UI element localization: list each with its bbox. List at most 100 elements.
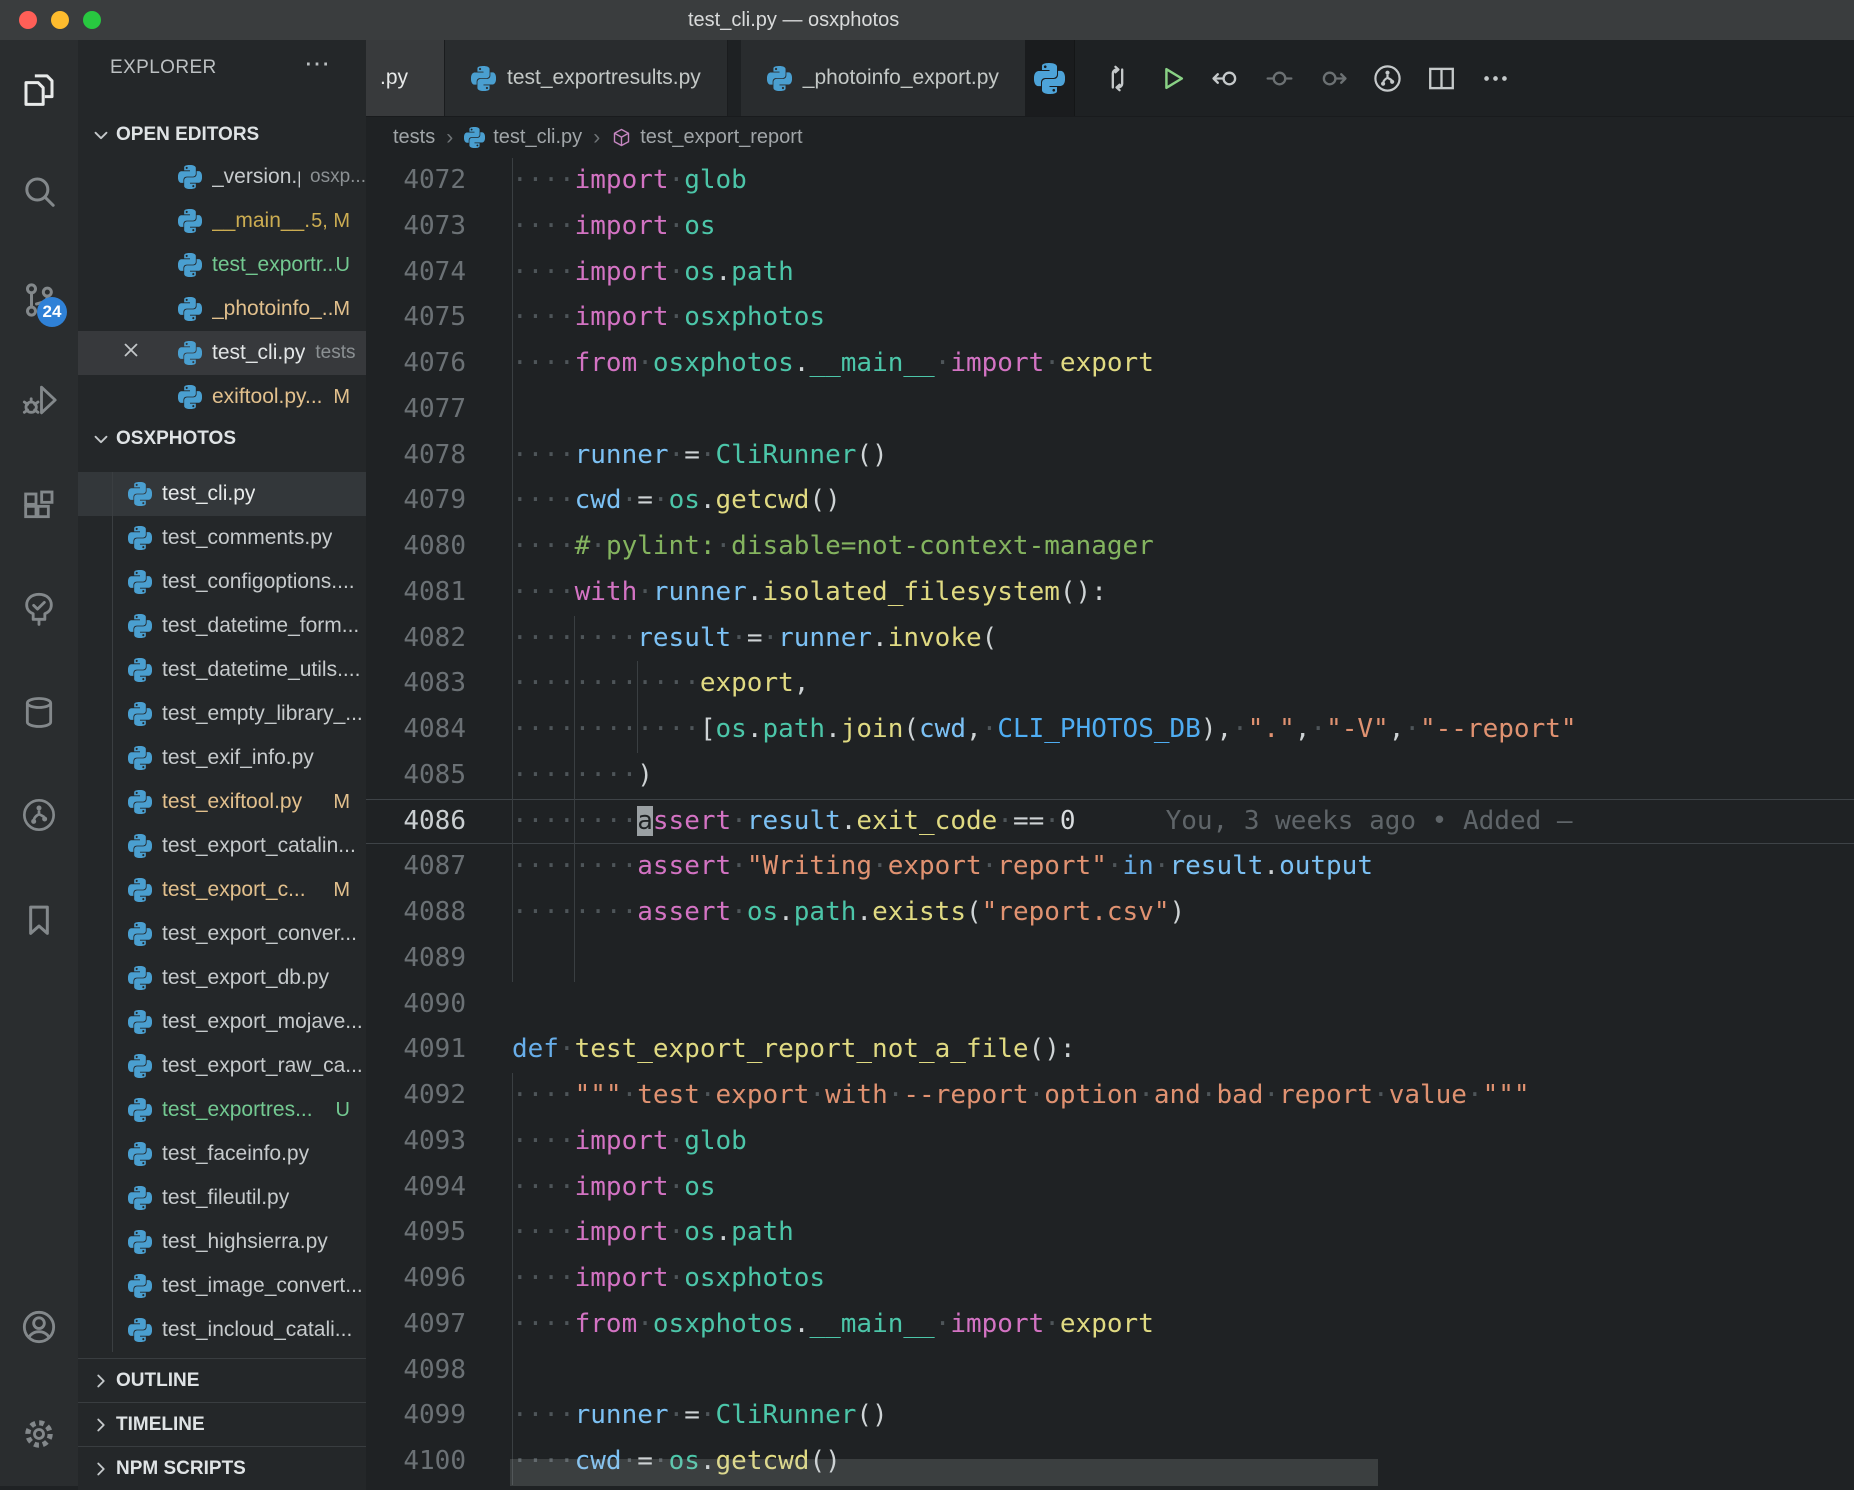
code-line[interactable]: 4073····import·os <box>366 204 1854 250</box>
code-line[interactable]: 4088········assert·os.path.exists("repor… <box>366 890 1854 936</box>
line-number[interactable]: 4100 <box>366 1439 466 1485</box>
line-number[interactable]: 4078 <box>366 433 466 479</box>
gitlens-commit-graph-button[interactable] <box>1371 62 1404 95</box>
python-extension-button[interactable] <box>1026 40 1075 116</box>
run-python-file-button[interactable] <box>1155 62 1188 95</box>
line-number[interactable]: 4092 <box>366 1073 466 1119</box>
editor-tab[interactable]: test_exportresults.py <box>445 40 728 116</box>
activity-bar-item-explorer[interactable] <box>19 70 59 110</box>
activity-bar-item-database[interactable] <box>19 693 59 733</box>
open-editor-item[interactable]: _version.pyosxp... <box>78 155 366 199</box>
activity-bar-item-extensions[interactable] <box>19 486 59 526</box>
breadcrumb-item[interactable]: tests <box>393 126 435 149</box>
line-number[interactable]: 4077 <box>366 387 466 433</box>
line-number[interactable]: 4098 <box>366 1348 466 1394</box>
line-number[interactable]: 4094 <box>366 1165 466 1211</box>
line-number[interactable]: 4086 <box>366 799 466 845</box>
line-number[interactable]: 4075 <box>366 295 466 341</box>
activity-bar-item-search[interactable] <box>19 172 59 212</box>
breadcrumb-item[interactable]: test_cli.py <box>464 126 582 149</box>
code-line[interactable]: 4077 <box>366 387 1854 433</box>
editor-tab[interactable]: .py <box>366 40 445 116</box>
open-editor-item[interactable]: exiftool.py...M <box>78 375 366 419</box>
tree-item[interactable]: test_cli.py <box>78 472 366 516</box>
code-line[interactable]: 4076····from·osxphotos.__main__·import·e… <box>366 341 1854 387</box>
activity-bar-item-todo-tree[interactable] <box>19 589 59 629</box>
code-line[interactable]: 4072····import·glob <box>366 158 1854 204</box>
code-line[interactable]: 4089 <box>366 936 1854 982</box>
navigate-current-button[interactable] <box>1263 62 1296 95</box>
tree-item[interactable]: test_export_conver... <box>78 912 366 956</box>
tree-item[interactable]: test_exif_info.py <box>78 736 366 780</box>
tree-item[interactable]: test_exiftool.pyM <box>78 780 366 824</box>
line-number[interactable]: 4099 <box>366 1393 466 1439</box>
line-number[interactable]: 4074 <box>366 250 466 296</box>
code-line[interactable]: 4085········) <box>366 753 1854 799</box>
code-line[interactable]: 4094····import·os <box>366 1165 1854 1211</box>
more-actions-button[interactable] <box>1479 62 1512 95</box>
tree-item[interactable]: test_datetime_utils.... <box>78 648 366 692</box>
code-line[interactable]: 4090 <box>366 982 1854 1028</box>
line-number[interactable]: 4091 <box>366 1027 466 1073</box>
code-line[interactable]: 4080····#·pylint:·disable=not-context-ma… <box>366 524 1854 570</box>
line-number[interactable]: 4081 <box>366 570 466 616</box>
line-number[interactable]: 4076 <box>366 341 466 387</box>
traffic-light-close[interactable] <box>19 11 37 29</box>
code-line[interactable]: 4084············[os.path.join(cwd,·CLI_P… <box>366 707 1854 753</box>
line-number[interactable]: 4084 <box>366 707 466 753</box>
code-line[interactable]: 4074····import·os.path <box>366 250 1854 296</box>
code-line[interactable]: 4095····import·os.path <box>366 1210 1854 1256</box>
tree-item[interactable]: test_exportres...U <box>78 1088 366 1132</box>
code-editor[interactable]: 4072····import·glob4073····import·os4074… <box>366 158 1854 1486</box>
tree-item[interactable]: test_export_catalin... <box>78 824 366 868</box>
line-number[interactable]: 4087 <box>366 844 466 890</box>
tree-item[interactable]: test_incloud_catali... <box>78 1308 366 1352</box>
open-editor-item[interactable]: _photoinfo_...M <box>78 287 366 331</box>
section-npm-scripts[interactable]: NPM SCRIPTS <box>78 1446 366 1490</box>
compare-changes-button[interactable] <box>1101 62 1134 95</box>
tree-item[interactable]: test_empty_library_... <box>78 692 366 736</box>
code-line[interactable]: 4092····"""·test·export·with·--report·op… <box>366 1073 1854 1119</box>
code-line[interactable]: 4097····from·osxphotos.__main__·import·e… <box>366 1302 1854 1348</box>
split-editor-button[interactable] <box>1425 62 1458 95</box>
activity-bar-item-manage[interactable] <box>19 1414 59 1454</box>
line-number[interactable]: 4096 <box>366 1256 466 1302</box>
tree-item[interactable]: test_faceinfo.py <box>78 1132 366 1176</box>
horizontal-scrollbar[interactable] <box>510 1459 1378 1486</box>
tree-item[interactable]: test_highsierra.py <box>78 1220 366 1264</box>
code-line[interactable]: 4087········assert·"Writing·export·repor… <box>366 844 1854 890</box>
open-editor-item[interactable]: test_cli.pytests <box>78 331 366 375</box>
line-number[interactable]: 4080 <box>366 524 466 570</box>
traffic-light-zoom[interactable] <box>83 11 101 29</box>
activity-bar-item-account[interactable] <box>19 1307 59 1347</box>
sidebar-more-actions-icon[interactable]: ⋯ <box>304 48 332 79</box>
line-number[interactable]: 4095 <box>366 1210 466 1256</box>
section-osxphotos[interactable]: OSXPHOTOS <box>78 419 366 459</box>
activity-bar-item-bookmarks[interactable] <box>19 900 59 940</box>
code-line[interactable]: 4078····runner·=·CliRunner() <box>366 433 1854 479</box>
code-line[interactable]: 4075····import·osxphotos <box>366 295 1854 341</box>
line-number[interactable]: 4073 <box>366 204 466 250</box>
code-line[interactable]: 4079····cwd·=·os.getcwd() <box>366 478 1854 524</box>
section-timeline[interactable]: TIMELINE <box>78 1402 366 1446</box>
tree-item[interactable]: test_export_db.py <box>78 956 366 1000</box>
activity-bar-item-run-and-debug[interactable] <box>19 380 59 420</box>
tree-item[interactable]: test_export_mojave... <box>78 1000 366 1044</box>
section-outline[interactable]: OUTLINE <box>78 1358 366 1402</box>
code-line[interactable]: 4082········result·=·runner.invoke( <box>366 616 1854 662</box>
tree-item[interactable]: test_comments.py <box>78 516 366 560</box>
activity-bar-item-gitlens[interactable] <box>19 795 59 835</box>
navigate-back-button[interactable] <box>1209 62 1242 95</box>
open-editor-item[interactable]: test_exportr...U <box>78 243 366 287</box>
line-number[interactable]: 4093 <box>366 1119 466 1165</box>
line-number[interactable]: 4088 <box>366 890 466 936</box>
close-icon[interactable] <box>120 339 150 367</box>
code-line[interactable]: 4083············export, <box>366 661 1854 707</box>
line-number[interactable]: 4089 <box>366 936 466 982</box>
line-number[interactable]: 4082 <box>366 616 466 662</box>
code-line[interactable]: 4099····runner·=·CliRunner() <box>366 1393 1854 1439</box>
line-number[interactable]: 4072 <box>366 158 466 204</box>
code-line[interactable]: 4086········assert·result.exit_code·==·0… <box>366 799 1854 845</box>
line-number[interactable]: 4079 <box>366 478 466 524</box>
code-line[interactable]: 4096····import·osxphotos <box>366 1256 1854 1302</box>
